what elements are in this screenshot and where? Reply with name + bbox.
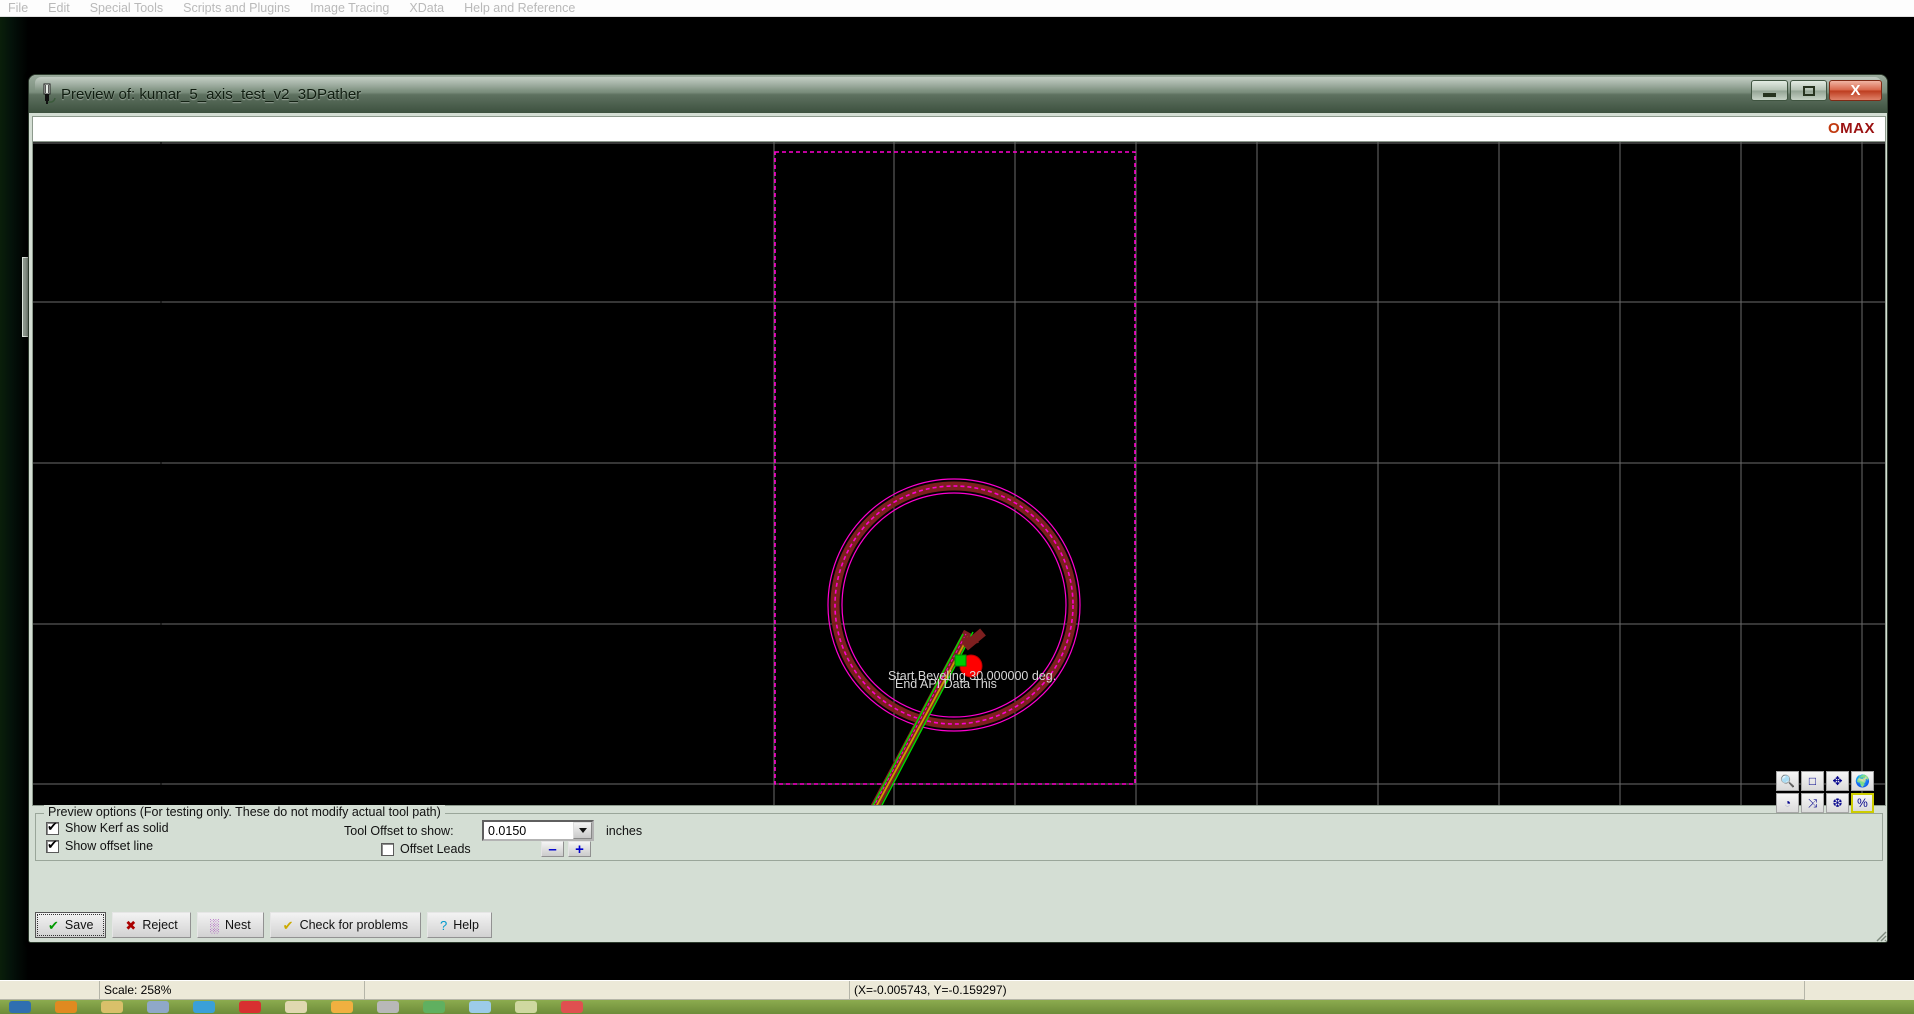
status-coordinates: (X=-0.005743, Y=-0.159297) bbox=[850, 981, 1805, 1000]
taskbar-item-7[interactable] bbox=[322, 1000, 362, 1014]
start-button[interactable] bbox=[0, 1000, 40, 1014]
show-kerf-as-solid-row[interactable]: Show Kerf as solid bbox=[46, 821, 169, 835]
preview-window: Preview of: kumar_5_axis_test_v2_3DPathe… bbox=[28, 74, 1888, 943]
save-button[interactable]: ✔ Save bbox=[35, 912, 106, 938]
omax-logo: OMAX bbox=[1828, 120, 1875, 137]
menu-item-special-tools[interactable]: Special Tools bbox=[90, 0, 163, 17]
view-tool-grid: 🔍 □ ✥ 🌍 ◔ ⤨ ❆ % bbox=[1776, 771, 1874, 813]
taskbar-item-4[interactable] bbox=[184, 1000, 224, 1014]
show-offset-line-row[interactable]: Show offset line bbox=[46, 839, 153, 853]
menu-item-edit[interactable]: Edit bbox=[48, 0, 70, 17]
nest-button-label: Nest bbox=[225, 918, 251, 932]
taskbar-item-10[interactable] bbox=[460, 1000, 500, 1014]
offset-leads-checkbox[interactable] bbox=[381, 843, 394, 856]
show-kerf-as-solid-label: Show Kerf as solid bbox=[65, 821, 169, 835]
nest-grid-icon: ░ bbox=[210, 919, 219, 932]
menu-item-help-and-reference[interactable]: Help and Reference bbox=[464, 0, 575, 17]
taskbar-item-11[interactable] bbox=[506, 1000, 546, 1014]
taskbar-item-12[interactable] bbox=[552, 1000, 592, 1014]
check-problems-button[interactable]: ✔ Check for problems bbox=[270, 912, 421, 938]
tool-offset-label: Tool Offset to show: bbox=[344, 824, 454, 838]
show-offset-line-checkbox[interactable] bbox=[46, 840, 59, 853]
check-problems-button-label: Check for problems bbox=[300, 918, 408, 932]
taskbar bbox=[0, 1000, 1914, 1014]
nest-button[interactable]: ░ Nest bbox=[197, 912, 264, 938]
annotation-end-api-data: End API Data This bbox=[895, 677, 997, 691]
maximize-icon bbox=[1803, 86, 1815, 96]
reject-button-label: Reject bbox=[142, 918, 177, 932]
offset-leads-label: Offset Leads bbox=[400, 842, 471, 856]
start-marker bbox=[955, 655, 966, 666]
taskbar-item-8[interactable] bbox=[368, 1000, 408, 1014]
zoom-window-icon[interactable]: □ bbox=[1801, 771, 1824, 791]
show-offset-line-label: Show offset line bbox=[65, 839, 153, 853]
omax-logo-o: O bbox=[1828, 120, 1840, 137]
status-scale: Scale: 258% bbox=[100, 981, 365, 1000]
help-button[interactable]: ? Help bbox=[427, 912, 492, 938]
omax-logo-rest: MAX bbox=[1840, 120, 1875, 137]
transform-icon[interactable]: ⤨ bbox=[1801, 793, 1824, 813]
preview-options-legend: Preview options (For testing only. These… bbox=[44, 805, 445, 819]
show-kerf-as-solid-checkbox[interactable] bbox=[46, 822, 59, 835]
resize-grip[interactable] bbox=[1873, 928, 1887, 942]
chevron-down-icon[interactable] bbox=[573, 822, 592, 839]
decrease-offset-button[interactable]: – bbox=[541, 841, 564, 857]
taskbar-item-2[interactable] bbox=[92, 1000, 132, 1014]
taskbar-item-6[interactable] bbox=[276, 1000, 316, 1014]
status-cell-1 bbox=[0, 981, 100, 1000]
minimize-button[interactable] bbox=[1751, 80, 1788, 101]
window-titlebar[interactable]: Preview of: kumar_5_axis_test_v2_3DPathe… bbox=[29, 75, 1887, 113]
pan-icon[interactable]: ✥ bbox=[1826, 771, 1849, 791]
status-cell-3 bbox=[365, 981, 850, 1000]
status-bar: Scale: 258% (X=-0.005743, Y=-0.159297) bbox=[0, 980, 1914, 1000]
taskbar-item-5[interactable] bbox=[230, 1000, 270, 1014]
traverse-icon[interactable]: ❆ bbox=[1826, 793, 1849, 813]
menu-item-scripts-and-plugins[interactable]: Scripts and Plugins bbox=[183, 0, 290, 17]
toolpath-svg: Start Beveling 30.000000 deg. End API Da… bbox=[33, 142, 1885, 805]
application-menu-bar: File Edit Special Tools Scripts and Plug… bbox=[0, 0, 1914, 17]
desktop-background: Preview of: kumar_5_axis_test_v2_3DPathe… bbox=[0, 17, 1914, 980]
globe-icon[interactable]: 🌍 bbox=[1851, 771, 1874, 791]
tool-offset-combobox[interactable]: 0.0150 bbox=[482, 820, 594, 841]
close-icon: X bbox=[1850, 83, 1860, 98]
action-button-row: ✔ Save ✖ Reject ░ Nest ✔ Check for probl… bbox=[35, 912, 498, 938]
question-mark-icon: ? bbox=[440, 919, 447, 932]
desktop-left-strip bbox=[0, 17, 28, 980]
window-controls: X bbox=[1749, 80, 1882, 101]
offset-leads-row[interactable]: Offset Leads bbox=[381, 842, 471, 856]
taskbar-item-3[interactable] bbox=[138, 1000, 178, 1014]
help-button-label: Help bbox=[453, 918, 479, 932]
shape-select-icon[interactable]: ◔ bbox=[1776, 793, 1799, 813]
check-yellow-icon: ✔ bbox=[283, 919, 294, 932]
save-button-label: Save bbox=[65, 918, 94, 932]
cross-red-icon: ✖ bbox=[125, 919, 136, 932]
menu-item-xdata[interactable]: XData bbox=[409, 0, 444, 17]
taskbar-item-1[interactable] bbox=[46, 1000, 86, 1014]
menu-item-file[interactable]: File bbox=[8, 0, 28, 17]
window-client-area: OMAX bbox=[29, 113, 1888, 943]
preview-options-group: Preview options (For testing only. These… bbox=[35, 813, 1883, 861]
taskbar-item-9[interactable] bbox=[414, 1000, 454, 1014]
percent-zoom-icon[interactable]: % bbox=[1851, 793, 1874, 813]
toolpath-preview-canvas[interactable]: Start Beveling 30.000000 deg. End API Da… bbox=[32, 141, 1886, 806]
nozzle-icon bbox=[37, 83, 57, 105]
menu-item-image-tracing[interactable]: Image Tracing bbox=[310, 0, 389, 17]
increase-offset-button[interactable]: + bbox=[568, 841, 591, 857]
minimize-icon bbox=[1763, 93, 1776, 97]
brand-strip: OMAX bbox=[32, 116, 1886, 141]
reject-button[interactable]: ✖ Reject bbox=[112, 912, 190, 938]
zoom-icon[interactable]: 🔍 bbox=[1776, 771, 1799, 791]
close-button[interactable]: X bbox=[1829, 80, 1882, 101]
tool-offset-value[interactable]: 0.0150 bbox=[488, 824, 526, 838]
units-label: inches bbox=[606, 824, 642, 838]
check-green-icon: ✔ bbox=[48, 919, 59, 932]
maximize-button[interactable] bbox=[1790, 80, 1827, 101]
window-title: Preview of: kumar_5_axis_test_v2_3DPathe… bbox=[61, 86, 361, 103]
